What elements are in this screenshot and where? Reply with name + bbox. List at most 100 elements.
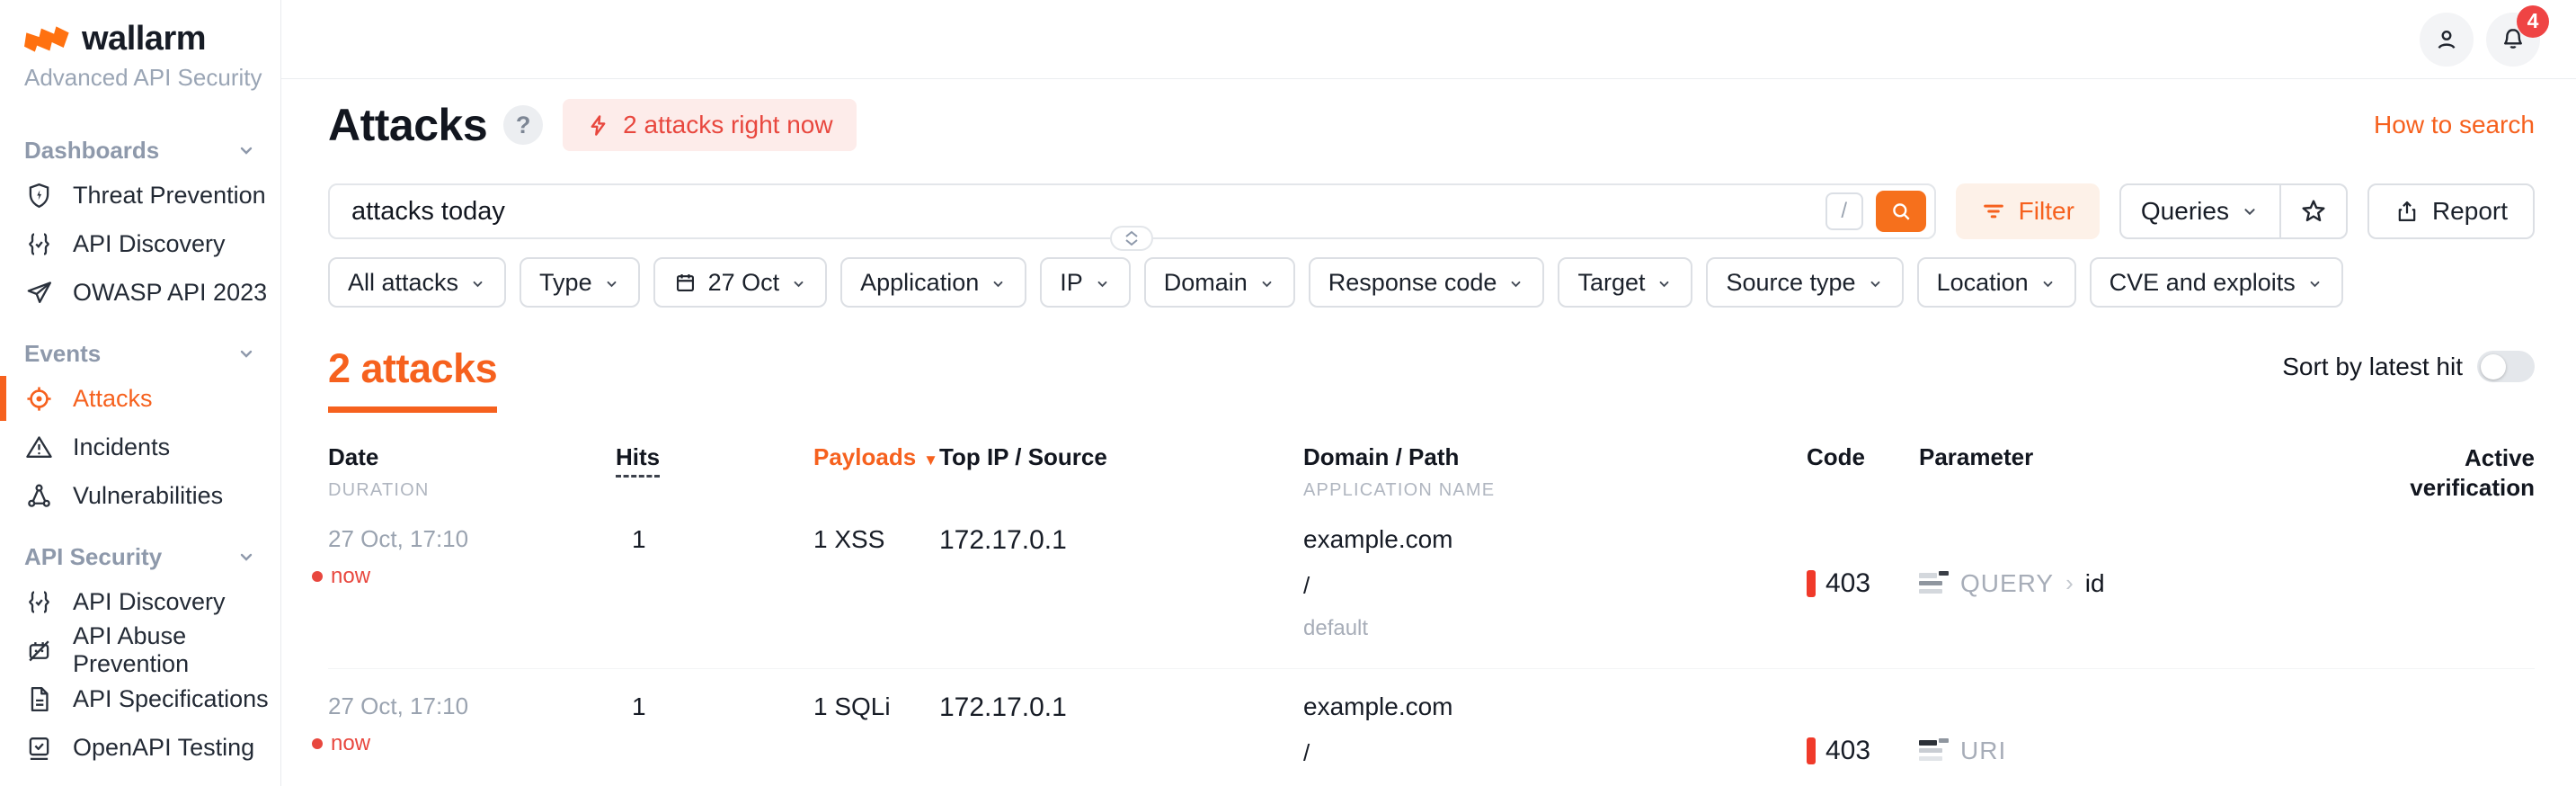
attack-date: 27 Oct, 17:10: [328, 525, 616, 553]
slash-shortcut-key: /: [1825, 192, 1863, 230]
column-header-top-ip: Top IP / Source: [939, 443, 1303, 471]
attack-row[interactable]: 27 Oct, 17:10 now 1 1 XSS 172.17.0.1 exa…: [328, 502, 2535, 668]
attack-path: /: [1303, 739, 1807, 767]
queries-label: Queries: [2141, 197, 2229, 226]
filter-chip-response-code[interactable]: Response code: [1309, 257, 1545, 308]
queries-button-group: Queries: [2119, 183, 2348, 239]
column-header-active-verification: Active verification: [2391, 443, 2535, 502]
chip-label: IP: [1060, 269, 1083, 297]
sidebar-section-label: API Security: [24, 543, 162, 571]
chevron-down-icon: [2240, 201, 2260, 221]
sidebar-item-owasp-api-2023[interactable]: OWASP API 2023: [0, 268, 280, 317]
sidebar-item-openapi-testing[interactable]: OpenAPI Testing: [0, 723, 280, 772]
brand-logo[interactable]: wallarm Advanced API Security: [0, 16, 280, 92]
sidebar-item-api-discovery[interactable]: API Discovery: [0, 577, 280, 626]
sidebar-item-label: Incidents: [73, 433, 170, 461]
column-header-payloads[interactable]: Payloads▼: [813, 443, 938, 470]
sidebar: wallarm Advanced API Security Dashboards…: [0, 0, 281, 786]
filter-chip-location[interactable]: Location: [1917, 257, 2076, 308]
user-icon: [2432, 25, 2461, 54]
chevron-down-icon: [469, 275, 486, 292]
filter-chip-date[interactable]: 27 Oct: [653, 257, 828, 308]
payloads-header-label: Payloads: [813, 443, 916, 470]
filter-chip-cve-and-exploits[interactable]: CVE and exploits: [2090, 257, 2343, 308]
filter-chip-domain[interactable]: Domain: [1144, 257, 1295, 308]
filter-chip-target[interactable]: Target: [1558, 257, 1692, 308]
search-input[interactable]: [351, 197, 1825, 227]
sidebar-nav: Dashboards Threat Prevention API Discove…: [0, 130, 280, 786]
sidebar-item-attacks[interactable]: Attacks: [0, 374, 280, 423]
parameter-location: QUERY: [1960, 569, 2054, 598]
notification-count-badge: 4: [2517, 5, 2549, 38]
chevron-down-icon: [1094, 275, 1111, 292]
favorite-query-button[interactable]: [2279, 185, 2346, 237]
sidebar-item-threat-prevention[interactable]: Threat Prevention: [0, 171, 280, 219]
export-icon: [2394, 199, 2420, 224]
column-header-hits[interactable]: Hits: [616, 443, 660, 478]
sidebar-section-events[interactable]: Events: [0, 333, 280, 374]
chevron-down-icon: [235, 139, 257, 161]
parameter-separator: ›: [2065, 569, 2074, 597]
sidebar-item-label: Attacks: [73, 385, 153, 413]
topbar: 4: [281, 0, 2576, 79]
sidebar-item-label: OWASP API 2023: [73, 279, 267, 307]
search-row: / Filter Queries: [328, 183, 2535, 239]
filter-chip-application[interactable]: Application: [840, 257, 1026, 308]
attack-response-code: 403: [1825, 568, 1870, 599]
attack-payloads[interactable]: 1 XSS: [813, 525, 939, 641]
sidebar-section-label: Events: [24, 340, 101, 368]
sidebar-section-label: Dashboards: [24, 137, 159, 165]
report-button[interactable]: Report: [2367, 183, 2535, 239]
filter-button[interactable]: Filter: [1956, 183, 2100, 239]
attack-domain[interactable]: example.com: [1303, 525, 1807, 554]
calendar-icon: [673, 271, 697, 295]
table-header: Date DURATION Hits Payloads▼ Top IP / So…: [328, 443, 2535, 502]
filter-icon: [1981, 199, 2006, 224]
attack-path: /: [1303, 572, 1807, 600]
checkbox-icon: [24, 733, 54, 763]
sidebar-item-label: Vulnerabilities: [73, 482, 223, 510]
results-header: 2 attacks Sort by latest hit: [328, 345, 2535, 413]
filter-chip-source-type[interactable]: Source type: [1706, 257, 1903, 308]
toggle-knob: [2481, 354, 2506, 380]
attack-payloads[interactable]: 1 SQLi: [813, 692, 939, 786]
attack-top-ip[interactable]: 172.17.0.1: [939, 525, 1303, 641]
document-icon: [24, 684, 54, 714]
sidebar-item-api-specifications[interactable]: API Specifications: [0, 674, 280, 723]
search-expand-toggle[interactable]: [1110, 226, 1153, 251]
sidebar-section-dashboards[interactable]: Dashboards: [0, 130, 280, 171]
notifications-button[interactable]: 4: [2486, 13, 2540, 67]
lightning-icon: [586, 113, 610, 138]
attack-domain[interactable]: example.com: [1303, 692, 1807, 721]
sidebar-item-incidents[interactable]: Incidents: [0, 423, 280, 471]
parameter-location: URI: [1960, 737, 2006, 765]
how-to-search-link[interactable]: How to search: [2374, 111, 2535, 139]
attack-top-ip[interactable]: 172.17.0.1: [939, 692, 1303, 786]
shield-bolt-icon: [24, 181, 54, 210]
attack-date: 27 Oct, 17:10: [328, 692, 616, 720]
filter-chip-ip[interactable]: IP: [1040, 257, 1131, 308]
user-profile-button[interactable]: [2420, 13, 2474, 67]
filter-chip-type[interactable]: Type: [520, 257, 640, 308]
help-icon[interactable]: ?: [503, 105, 543, 145]
chevron-down-icon: [990, 275, 1007, 292]
parameter-location-icon: [1919, 738, 1949, 763]
attack-row[interactable]: 27 Oct, 17:10 now 1 1 SQLi 172.17.0.1 ex…: [328, 668, 2535, 786]
sidebar-item-vulnerabilities[interactable]: Vulnerabilities: [0, 471, 280, 520]
target-icon: [24, 384, 54, 414]
chevron-down-icon: [790, 275, 807, 292]
sort-toggle[interactable]: [2477, 351, 2535, 382]
sidebar-section-api-security[interactable]: API Security: [0, 536, 280, 577]
code-status-bar: [1807, 570, 1816, 597]
chevron-down-icon: [2039, 275, 2056, 292]
chevron-down-icon: [603, 275, 620, 292]
queries-dropdown[interactable]: Queries: [2121, 185, 2279, 237]
robot-crossed-icon: [24, 636, 54, 665]
column-header-date: Date: [328, 443, 616, 471]
sidebar-item-label: API Abuse Prevention: [73, 622, 280, 678]
sidebar-item-api-discovery-dash[interactable]: API Discovery: [0, 219, 280, 268]
search-button[interactable]: [1876, 191, 1926, 232]
sort-control: Sort by latest hit: [2282, 351, 2535, 382]
filter-chip-all-attacks[interactable]: All attacks: [328, 257, 506, 308]
sidebar-item-api-abuse-prevention[interactable]: API Abuse Prevention: [0, 626, 280, 674]
